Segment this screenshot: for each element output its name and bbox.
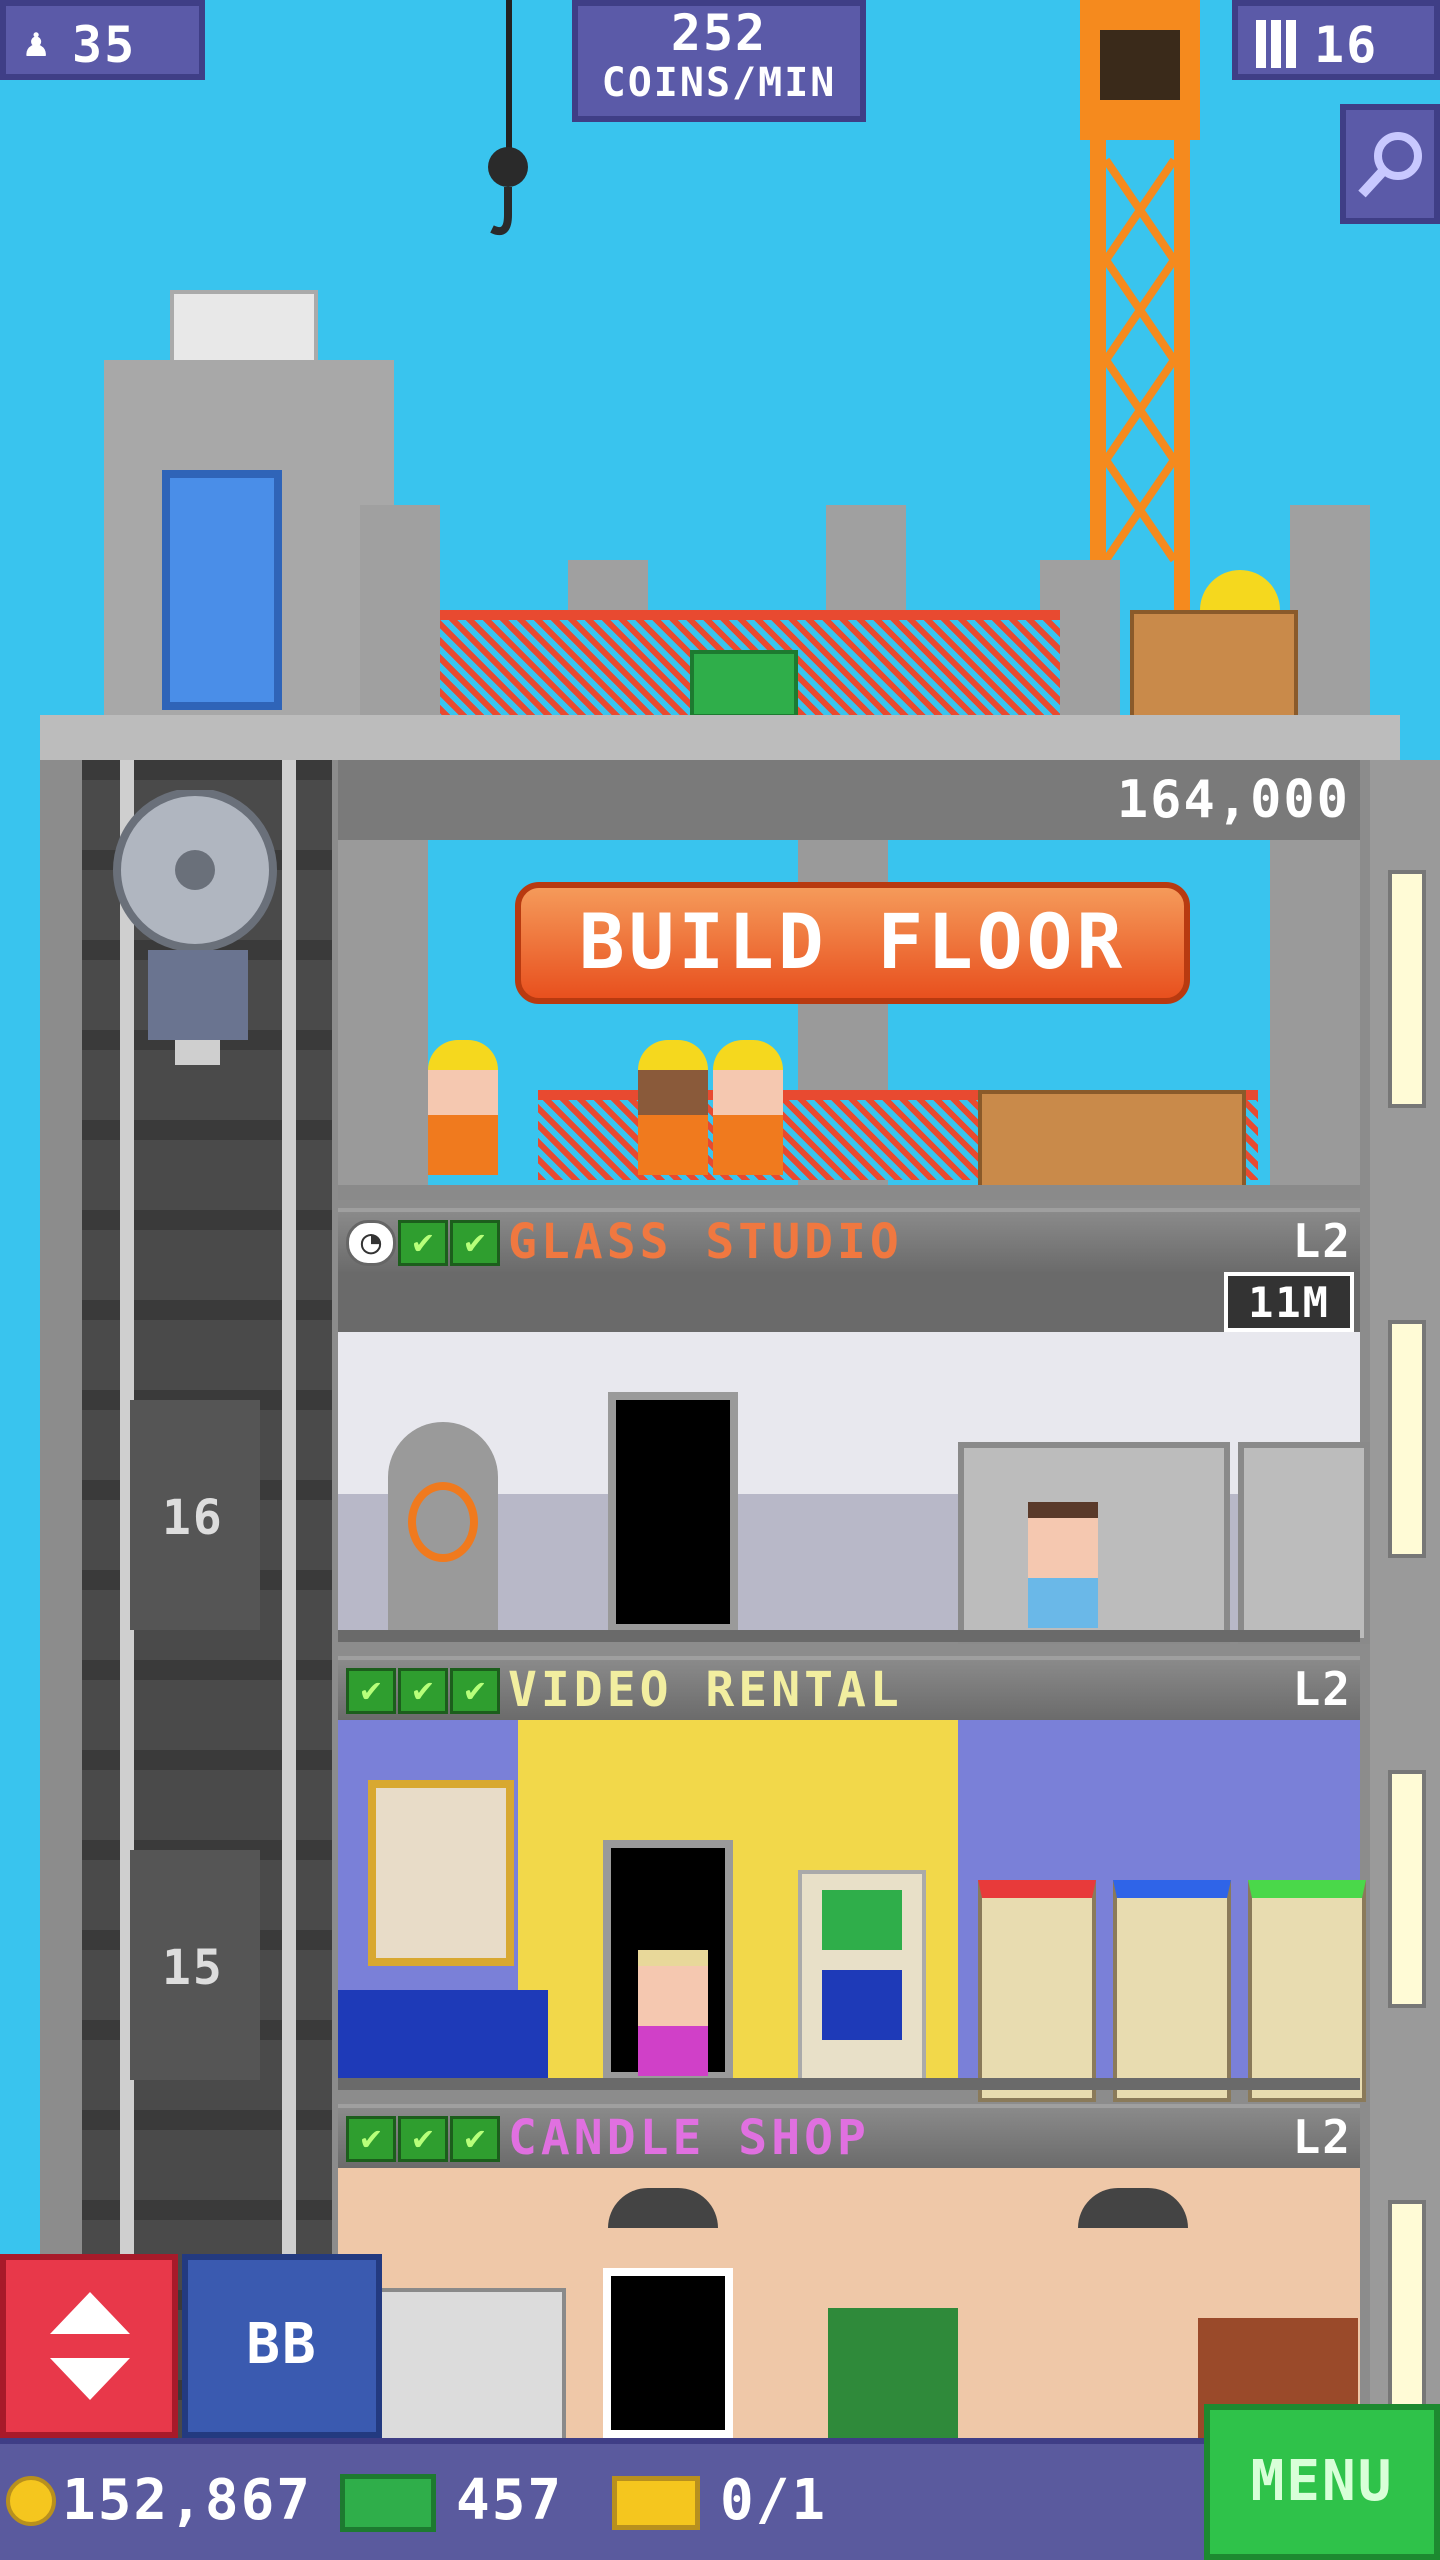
zoom-button[interactable] [1340,104,1440,224]
doorway [603,2268,733,2438]
video-shelf [1248,1880,1366,2102]
coins-per-min-value: 252 [670,4,768,62]
floor-room-candle-shop[interactable] [338,2168,1360,2446]
check-icon: ✔ [450,1220,500,1266]
floor-level: L2 [1292,2110,1352,2164]
check-icon: ✔ [346,1668,396,1714]
bitbook-button[interactable]: BB [182,2254,382,2438]
check-icon: ✔ [346,2116,396,2162]
menu-label: MENU [1250,2449,1394,2514]
roof [40,290,1400,766]
build-floor-label: BUILD FLOOR [578,897,1127,986]
residents-counter[interactable]: ♟ 35 [0,0,205,80]
ceiling-lamp [1078,2188,1188,2228]
glass-shelf [1238,1442,1370,1644]
floor-label-video-rental[interactable]: ✔ ✔ ✔ VIDEO RENTAL L2 [338,1656,1360,1724]
residents-value: 35 [72,16,137,74]
elevator-floor-panel-16: 16 [130,1400,260,1630]
floor-name: VIDEO RENTAL [508,1662,903,1718]
floor-room-glass-studio[interactable]: 11M [338,1272,1370,1644]
bux-value: 457 [456,2468,564,2533]
candle-shelf [378,2288,566,2446]
glass-furnace [388,1422,498,1632]
roof-door [162,470,282,710]
coins-per-min-panel[interactable]: 252 COINS/MIN [572,0,866,122]
check-icon: ✔ [398,1668,448,1714]
floor-badge: 11M [1224,1272,1354,1332]
elevator-arrows-icon [50,2292,130,2400]
bitbook-label: BB [246,2312,318,2377]
floors-counter[interactable]: 16 [1232,0,1440,80]
elevator-floor-panel-15: 15 [130,1850,260,2080]
rental-counter [338,1990,548,2080]
check-icon: ✔ [450,1668,500,1714]
crane-hook-icon [480,145,536,245]
clock-icon: ◔ [346,1220,396,1266]
floor-label-candle-shop[interactable]: ✔ ✔ ✔ CANDLE SHOP L2 [338,2104,1360,2172]
right-windows [1370,760,1440,2560]
build-floor-button[interactable]: BUILD FLOOR [515,882,1190,1004]
construction-worker [428,1040,498,1180]
build-cost: 164,000 [1116,770,1350,830]
crane-cable [506,0,512,150]
ticket-icon [612,2476,700,2530]
coins-value: 152,867 [62,2468,313,2533]
construction-worker [713,1040,783,1180]
floor-room-video-rental[interactable] [338,1720,1366,2102]
resident [638,1950,708,2080]
coin-icon [6,2476,56,2526]
floors-value: 16 [1314,16,1379,74]
person-icon: ♟ [24,20,49,66]
coins-per-min-label: COINS/MIN [601,60,837,106]
check-icon: ✔ [450,2116,500,2162]
movie-poster [368,1780,514,1966]
doorway [608,1392,738,1632]
floor-level: L2 [1292,1662,1352,1716]
floor-name: CANDLE SHOP [508,2110,870,2166]
floor-label-glass-studio[interactable]: ◔ ✔ ✔ GLASS STUDIO L2 [338,1208,1360,1276]
check-icon: ✔ [398,2116,448,2162]
construction-worker [638,1040,708,1180]
floor-level: L2 [1292,1214,1352,1268]
video-shelf [1113,1880,1231,2102]
menu-button[interactable]: MENU [1204,2404,1440,2560]
elevator-motor [100,788,295,1070]
elevator-control-button[interactable] [0,2254,178,2438]
elevator-floor-number: 16 [162,1490,224,1546]
magnifier-icon [1358,132,1422,198]
check-icon: ✔ [398,1220,448,1266]
video-shelf [978,1880,1096,2102]
bux-icon [340,2474,436,2532]
building-icon [1256,20,1296,68]
resident [1028,1502,1098,1632]
candle-display [828,2308,958,2438]
elevator-floor-number: 15 [162,1940,224,1996]
arcade-machine [798,1870,926,2088]
tickets-value: 0/1 [720,2468,828,2533]
ceiling-lamp [608,2188,718,2228]
floor-name: GLASS STUDIO [508,1214,903,1270]
